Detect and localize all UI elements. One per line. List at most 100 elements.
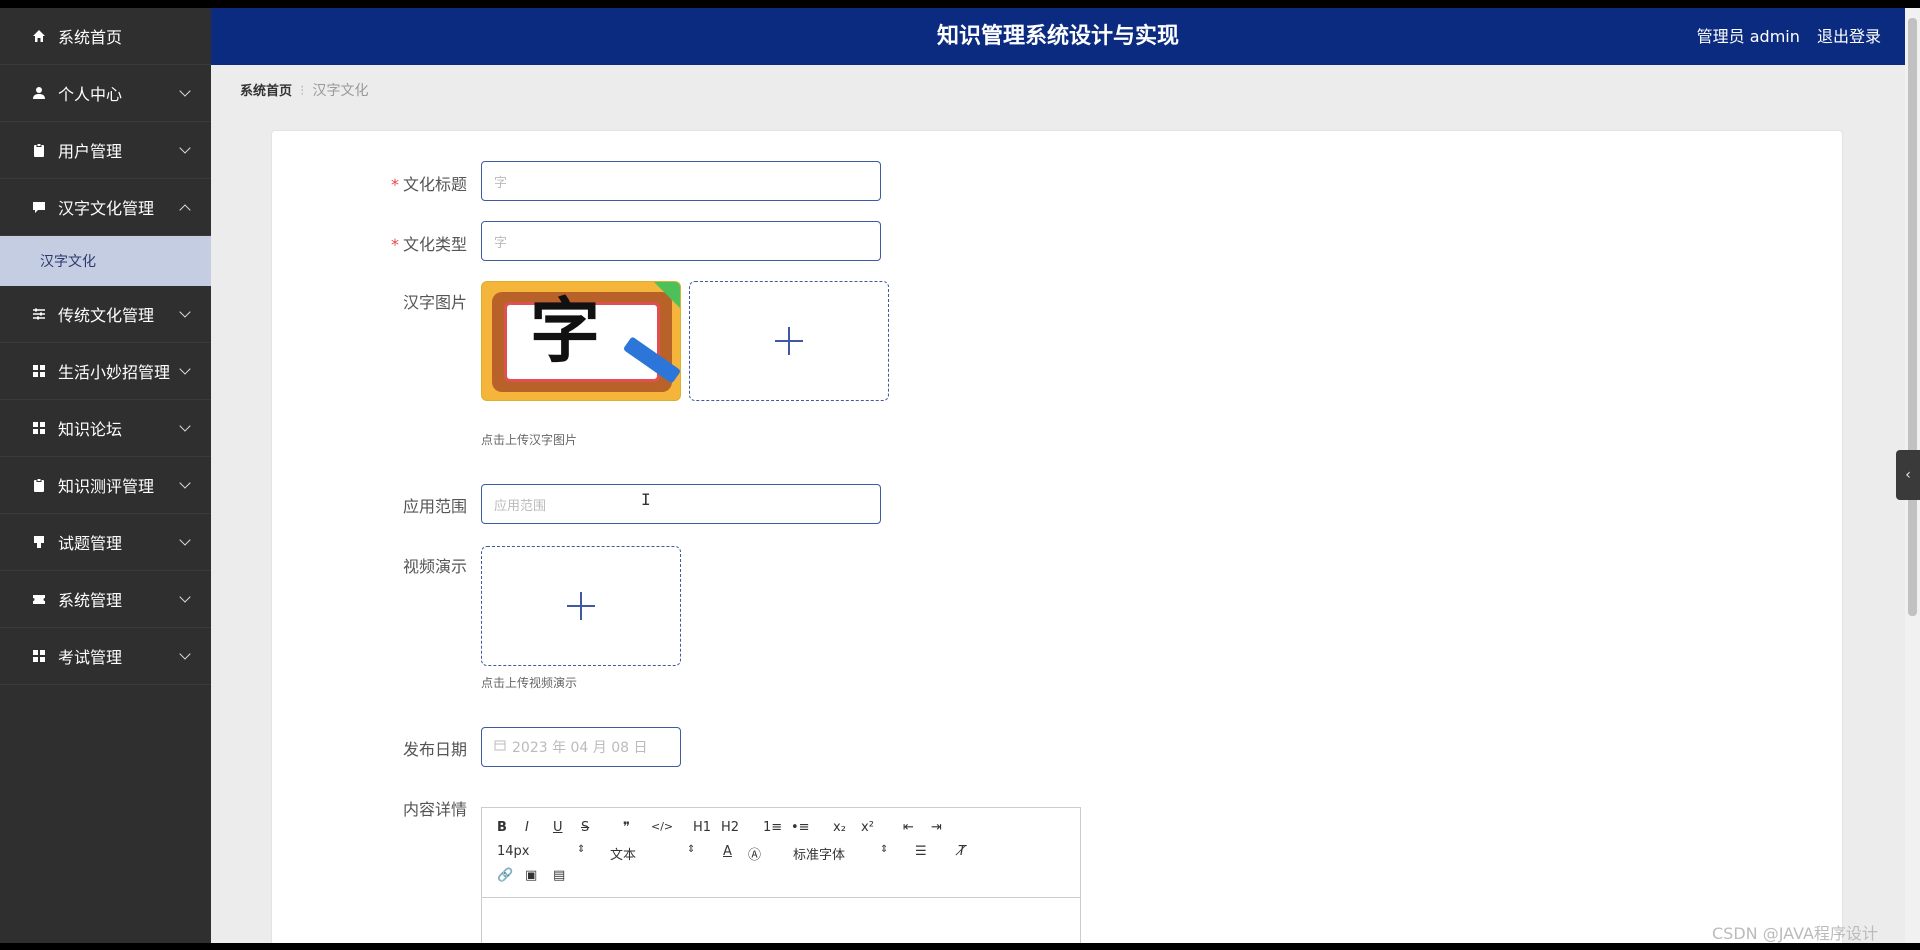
image-icon[interactable]: ▣	[525, 868, 537, 883]
top-header: 知识管理系统设计与实现 管理员 admin 退出登录	[211, 8, 1905, 65]
font-size-select[interactable]: 14px	[497, 844, 530, 859]
link-icon[interactable]: 🔗	[497, 868, 513, 883]
sidebar-item-forum[interactable]: 知识论坛	[0, 400, 211, 457]
sidebar-item-personal[interactable]: 个人中心	[0, 65, 211, 122]
corner-badge	[654, 282, 680, 308]
image-label: 汉字图片	[402, 293, 467, 312]
sidebar-item-label: 知识测评管理	[58, 477, 155, 496]
user-icon	[32, 86, 46, 100]
grid-icon	[32, 421, 46, 435]
grid-icon	[32, 649, 46, 663]
select-arrows-icon: ⇕	[687, 844, 696, 855]
text-color-icon[interactable]: A	[723, 844, 732, 859]
date-picker[interactable]: 2023 年 04 月 08 日	[481, 727, 681, 767]
scope-input[interactable]: 应用范围	[481, 484, 881, 524]
header-select[interactable]: 文本	[610, 844, 636, 863]
image-upload-button[interactable]	[689, 281, 889, 401]
sidebar-item-exams[interactable]: 考试管理	[0, 628, 211, 685]
clear-format-icon[interactable]: T̸	[958, 844, 966, 859]
clipboard-icon	[32, 143, 46, 157]
code-block-button[interactable]: </>	[651, 820, 673, 833]
clipboard-icon	[32, 478, 46, 492]
background-color-icon[interactable]: Ⓐ	[748, 844, 761, 863]
grid-icon	[32, 364, 46, 378]
type-input[interactable]: 字	[481, 221, 881, 261]
plus-icon	[775, 327, 803, 355]
editor-toolbar: B I U S ❞ </> H1 H2 1≡ •≡ x₂ x² ⇤ ⇥ 14px…	[482, 808, 1080, 898]
sidebar-item-label: 试题管理	[58, 534, 123, 553]
sliders-icon	[32, 307, 46, 321]
chevron-down-icon	[179, 591, 191, 603]
font-family-select[interactable]: 标准字体	[793, 844, 845, 863]
sidebar-item-label: 系统管理	[58, 591, 123, 610]
scrollbar-thumb[interactable]	[1908, 18, 1917, 616]
sidebar-item-users[interactable]: 用户管理	[0, 122, 211, 179]
video-upload-button[interactable]	[481, 546, 681, 666]
bullet-list-button[interactable]: •≡	[791, 820, 810, 835]
chevron-down-icon	[179, 85, 191, 97]
sidebar: 系统首页 个人中心 用户管理 汉字文化管理 汉字文化 传统文化管理 生活小妙招管…	[0, 8, 211, 943]
bold-button[interactable]: B	[497, 820, 507, 835]
content-label: 内容详情	[402, 800, 467, 819]
sidebar-item-label: 用户管理	[58, 142, 123, 161]
uploaded-hanzi-image[interactable]: 字	[481, 281, 681, 401]
calendar-icon	[494, 739, 506, 755]
ordered-list-button[interactable]: 1≡	[763, 820, 782, 835]
sidebar-item-label: 生活小妙招管理	[58, 363, 171, 382]
user-area: 管理员 admin 退出登录	[1685, 8, 1881, 65]
strike-button[interactable]: S	[581, 820, 589, 835]
italic-button[interactable]: I	[525, 820, 529, 835]
stamp-icon	[32, 535, 46, 549]
title-label: * 文化标题	[390, 175, 467, 194]
chevron-down-icon	[179, 648, 191, 660]
sidebar-item-label: 传统文化管理	[58, 306, 155, 325]
indent-button[interactable]: ⇥	[931, 820, 942, 835]
breadcrumb-current: 汉字文化	[312, 83, 369, 99]
main-content: 系统首页 ⁝ 汉字文化 * 文化标题 字 * 文化类型 字 汉字图片 字 点击上传汉字图…	[211, 65, 1905, 943]
app-title: 知识管理系统设计与实现	[936, 24, 1179, 49]
sidebar-item-life-tips[interactable]: 生活小妙招管理	[0, 343, 211, 400]
scope-label: 应用范围	[402, 497, 467, 516]
sidebar-item-evaluation[interactable]: 知识测评管理	[0, 457, 211, 514]
sidebar-item-system[interactable]: 系统管理	[0, 571, 211, 628]
collapse-panel-button[interactable]: ‹	[1896, 450, 1920, 500]
chevron-down-icon	[179, 477, 191, 489]
title-input[interactable]: 字	[481, 161, 881, 201]
chevron-down-icon	[179, 306, 191, 318]
chevron-down-icon	[179, 142, 191, 154]
sidebar-item-questions[interactable]: 试题管理	[0, 514, 211, 571]
sidebar-item-label: 汉字文化管理	[58, 199, 155, 218]
video-icon[interactable]: ▤	[553, 868, 565, 883]
logout-link[interactable]: 退出登录	[1817, 27, 1881, 46]
rich-text-editor: B I U S ❞ </> H1 H2 1≡ •≡ x₂ x² ⇤ ⇥ 14px…	[481, 807, 1081, 943]
outdent-button[interactable]: ⇤	[903, 820, 914, 835]
sidebar-item-hanzi[interactable]: 汉字文化管理	[0, 179, 211, 236]
type-label: * 文化类型	[390, 235, 467, 254]
sidebar-item-traditional[interactable]: 传统文化管理	[0, 286, 211, 343]
align-icon[interactable]: ☰	[915, 844, 927, 859]
text-cursor-icon: I	[641, 490, 651, 509]
superscript-button[interactable]: x²	[861, 820, 874, 835]
video-label: 视频演示	[402, 557, 467, 576]
sidebar-subitem-hanzi-culture[interactable]: 汉字文化	[0, 236, 211, 286]
sidebar-item-label: 系统首页	[58, 28, 123, 47]
blockquote-button[interactable]: ❞	[623, 820, 630, 835]
select-arrows-icon: ⇕	[880, 844, 889, 855]
home-icon	[32, 29, 46, 43]
subscript-button[interactable]: x₂	[833, 820, 846, 835]
h1-button[interactable]: H1	[693, 820, 711, 835]
sidebar-item-label: 个人中心	[58, 85, 123, 104]
h2-button[interactable]: H2	[721, 820, 739, 835]
chevron-down-icon	[179, 420, 191, 432]
ticket-icon	[32, 592, 46, 606]
underline-button[interactable]: U	[553, 820, 563, 835]
sidebar-item-label: 考试管理	[58, 648, 123, 667]
breadcrumb-home[interactable]: 系统首页	[240, 84, 292, 99]
hanzi-glyph: 字	[530, 289, 600, 372]
date-value: 2023 年 04 月 08 日	[512, 740, 648, 756]
image-upload-hint: 点击上传汉字图片	[481, 433, 578, 447]
watermark: CSDN @JAVA程序设计	[1712, 924, 1878, 943]
sidebar-item-home[interactable]: 系统首页	[0, 8, 211, 65]
current-user: 管理员 admin	[1696, 27, 1800, 46]
plus-icon	[567, 592, 595, 620]
